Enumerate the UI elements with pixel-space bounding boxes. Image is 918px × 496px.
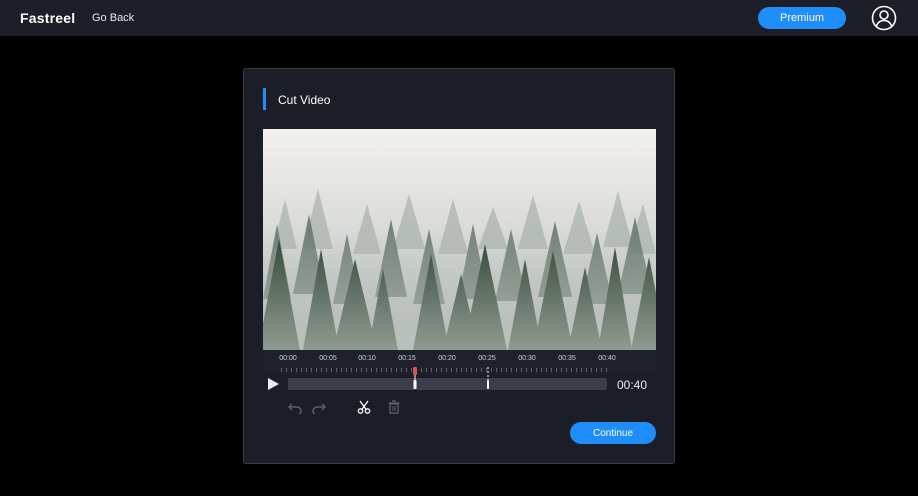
ruler-label: 00:15: [398, 355, 416, 362]
ruler-label: 00:35: [558, 355, 576, 362]
ruler-ticks: [281, 368, 607, 372]
cut-video-panel: Cut Video 00:00 00:05 00:10 00:15 00:20 …: [243, 68, 675, 464]
redo-icon[interactable]: [312, 400, 326, 414]
ruler-label: 00:30: [518, 355, 536, 362]
scissors-icon[interactable]: [357, 400, 371, 414]
ruler-label: 00:20: [438, 355, 456, 362]
video-preview[interactable]: [263, 129, 656, 350]
timeline-ruler: 00:00 00:05 00:10 00:15 00:20 00:25 00:3…: [263, 350, 656, 374]
panel-title: Cut Video: [278, 93, 331, 107]
undo-icon[interactable]: [288, 400, 302, 414]
duration-label: 00:40: [617, 378, 648, 392]
ruler-label: 00:40: [598, 355, 616, 362]
app-logo[interactable]: Fastreel: [20, 10, 75, 26]
play-icon[interactable]: [266, 377, 280, 391]
ruler-label: 00:00: [279, 355, 297, 362]
ruler-label: 00:10: [358, 355, 376, 362]
continue-button[interactable]: Continue: [570, 422, 656, 444]
timeline-track[interactable]: [288, 378, 607, 390]
premium-button[interactable]: Premium: [758, 7, 846, 29]
ruler-label: 00:05: [319, 355, 337, 362]
split-marker[interactable]: [487, 367, 489, 391]
ruler-label: 00:25: [478, 355, 496, 362]
playhead-marker[interactable]: [413, 367, 417, 391]
go-back-link[interactable]: Go Back: [92, 12, 134, 24]
trash-icon[interactable]: [387, 400, 401, 414]
user-circle-icon[interactable]: [871, 5, 897, 31]
title-accent-bar: [263, 88, 266, 110]
top-bar: Fastreel Go Back Premium: [0, 0, 918, 36]
